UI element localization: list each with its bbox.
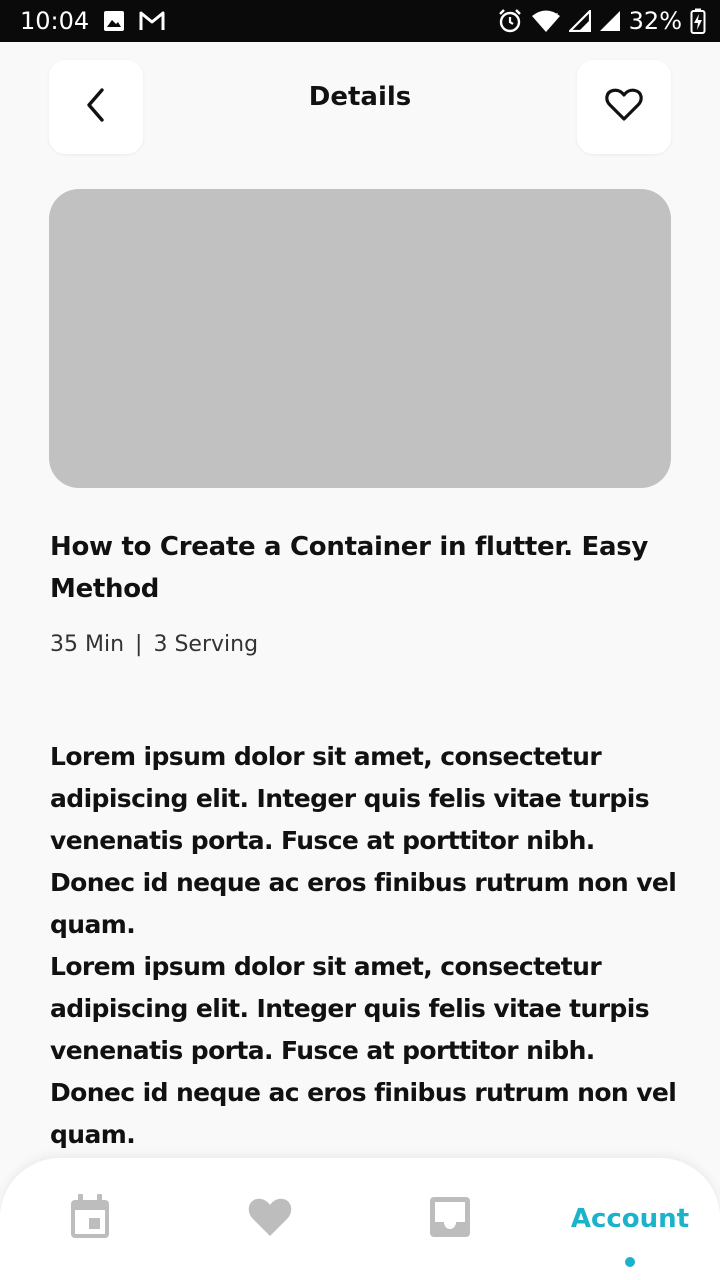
nav-inbox[interactable]: [400, 1158, 500, 1280]
meta-separator: |: [135, 632, 143, 657]
favorite-button[interactable]: [577, 60, 671, 154]
status-time: 10:04: [20, 7, 90, 35]
status-left: 10:04: [20, 7, 165, 35]
inbox-icon: [429, 1196, 471, 1243]
active-indicator-dot: [625, 1257, 635, 1267]
svg-text:x: x: [553, 11, 559, 21]
recipe-duration: 35 Min: [50, 632, 125, 657]
image-icon: [103, 10, 125, 32]
battery-percentage: 32%: [628, 7, 682, 35]
gmail-icon: [139, 10, 165, 32]
recipe-image-placeholder: [49, 189, 671, 488]
heart-outline-icon: [605, 88, 643, 127]
nav-favorites[interactable]: [220, 1158, 320, 1280]
signal-icon: [568, 10, 591, 32]
nav-calendar[interactable]: [40, 1158, 140, 1280]
status-bar: 10:04 x 32%: [0, 0, 720, 42]
recipe-servings: 3 Serving: [153, 632, 259, 657]
calendar-icon: [69, 1193, 111, 1245]
alarm-icon: [497, 8, 523, 34]
nav-account-label: Account: [570, 1204, 690, 1234]
wifi-icon: x: [531, 9, 561, 33]
recipe-title: How to Create a Container in flutter. Ea…: [50, 532, 649, 604]
details-screen: 10:04 x 32% Details How to Create a Cont…: [0, 0, 720, 1280]
description-paragraph: Lorem ipsum dolor sit amet, consectetur …: [50, 952, 677, 1149]
recipe-meta: 35 Min | 3 Serving: [50, 632, 258, 657]
bottom-navigation: Account: [0, 1158, 720, 1280]
status-right: x 32%: [497, 7, 706, 35]
signal-icon: [599, 10, 621, 32]
battery-charging-icon: [690, 8, 706, 34]
recipe-description: Lorem ipsum dolor sit amet, consectetur …: [50, 736, 680, 1156]
description-paragraph: Lorem ipsum dolor sit amet, consectetur …: [50, 742, 677, 939]
heart-icon: [247, 1196, 293, 1243]
